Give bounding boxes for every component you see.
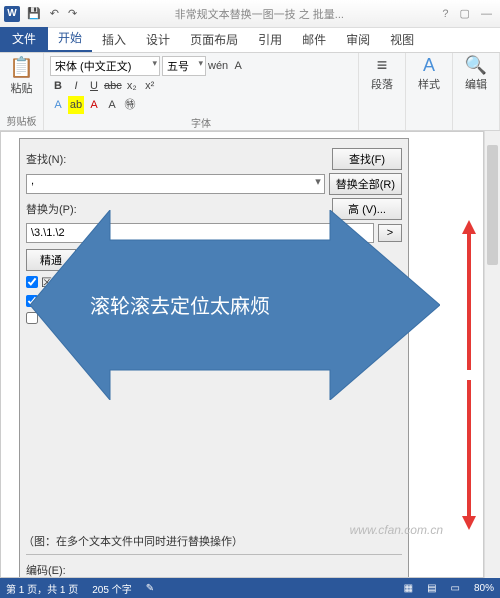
word-count[interactable]: 205 个字: [92, 581, 131, 596]
redo-icon[interactable]: ↷: [68, 8, 77, 20]
tab-references[interactable]: 引用: [248, 27, 292, 52]
figure-caption: （图：在多个文本文件中同时进行替换操作）: [23, 533, 243, 549]
page-indicator[interactable]: 第 1 页，共 1 页: [6, 581, 78, 596]
character-border-button[interactable]: A: [230, 57, 246, 75]
italic-button[interactable]: I: [68, 77, 84, 95]
help-icon[interactable]: ?: [442, 8, 448, 20]
yi-checkbox[interactable]: 忆: [26, 293, 52, 309]
clipboard-icon: 📋: [9, 55, 34, 80]
paste-button[interactable]: 📋 粘贴: [9, 55, 34, 96]
phonetic-guide-button[interactable]: wén: [208, 57, 228, 75]
styles-button[interactable]: A样式: [412, 55, 446, 92]
vertical-scrollbar[interactable]: [484, 131, 500, 578]
find-input[interactable]: ,: [26, 174, 325, 194]
paragraph-button[interactable]: ≡段落: [365, 55, 399, 92]
underline-button[interactable]: U: [86, 77, 102, 95]
bold-button[interactable]: B: [50, 77, 66, 95]
find-icon: 🔍: [459, 55, 493, 76]
view-print-icon[interactable]: ▦: [404, 583, 413, 594]
editing-button[interactable]: 🔍编辑: [459, 55, 493, 92]
find-replace-dialog: 查找(N): 查找(F) , 替换全部(R) 替换为(P): 高 (V)... …: [19, 138, 409, 578]
quick-access-toolbar: 💾 ↶ ↷: [24, 7, 80, 20]
tab-view[interactable]: 视图: [380, 27, 424, 52]
tab-mail[interactable]: 邮件: [292, 27, 336, 52]
subscript-button[interactable]: x₂: [124, 77, 140, 95]
ribbon-options-icon[interactable]: ▢: [460, 8, 470, 20]
zoom-level[interactable]: 80%: [474, 583, 494, 594]
tab-review[interactable]: 审阅: [336, 27, 380, 52]
view-read-icon[interactable]: ▤: [427, 583, 436, 594]
styles-icon: A: [412, 55, 446, 76]
font-size-combo[interactable]: 五号: [162, 56, 206, 76]
language-icon[interactable]: ✎: [146, 583, 154, 594]
minimize-icon[interactable]: —: [481, 8, 492, 20]
find-button[interactable]: 查找(F): [332, 148, 402, 170]
tab-insert[interactable]: 插入: [92, 27, 136, 52]
group-font-label: 字体: [191, 115, 211, 130]
superscript-button[interactable]: x²: [142, 77, 158, 95]
save-icon[interactable]: 💾: [27, 8, 41, 20]
tab-home[interactable]: 开始: [48, 25, 92, 52]
highlight-button[interactable]: ab: [68, 96, 84, 114]
encoding-label: 编码(E):: [26, 562, 66, 578]
blank-checkbox[interactable]: [26, 312, 38, 324]
window-title: 非常规文本替换一图一技 之 批量...: [80, 6, 438, 22]
replace-input[interactable]: [26, 223, 374, 243]
character-shading-button[interactable]: A: [104, 96, 120, 114]
scrollbar-thumb[interactable]: [487, 145, 498, 265]
red-arrow-down: [462, 380, 476, 530]
find-label: 查找(N):: [26, 151, 66, 167]
status-bar: 第 1 页，共 1 页 205 个字 ✎ ▦ ▤ ▭ 80%: [0, 578, 500, 598]
more-button[interactable]: 高 (V)...: [332, 198, 402, 220]
tab-design[interactable]: 设计: [136, 27, 180, 52]
tab-file[interactable]: 文件: [0, 27, 48, 52]
document-area: 查找(N): 查找(F) , 替换全部(R) 替换为(P): 高 (V)... …: [0, 131, 484, 578]
paragraph-icon: ≡: [365, 55, 399, 76]
jingtong-button[interactable]: 精通: [26, 249, 76, 271]
enclose-characters-button[interactable]: ㊕: [122, 96, 138, 114]
qufen-checkbox[interactable]: 区分: [26, 274, 63, 290]
text-effects-button[interactable]: A: [50, 96, 66, 114]
replace-label: 替换为(P):: [26, 201, 77, 217]
font-color-button[interactable]: A: [86, 96, 102, 114]
tab-layout[interactable]: 页面布局: [180, 27, 248, 52]
go-button[interactable]: >: [378, 224, 402, 242]
app-icon: W: [4, 6, 20, 22]
strikethrough-button[interactable]: abc: [104, 77, 122, 95]
watermark-text: www.cfan.com.cn: [350, 523, 443, 537]
view-web-icon[interactable]: ▭: [451, 583, 460, 594]
group-clipboard-label: 剪贴板: [7, 113, 37, 128]
red-arrow-up: [462, 220, 476, 370]
replace-all-button[interactable]: 替换全部(R): [329, 173, 402, 195]
undo-icon[interactable]: ↶: [50, 8, 59, 20]
font-name-combo[interactable]: 宋体 (中文正文): [50, 56, 160, 76]
